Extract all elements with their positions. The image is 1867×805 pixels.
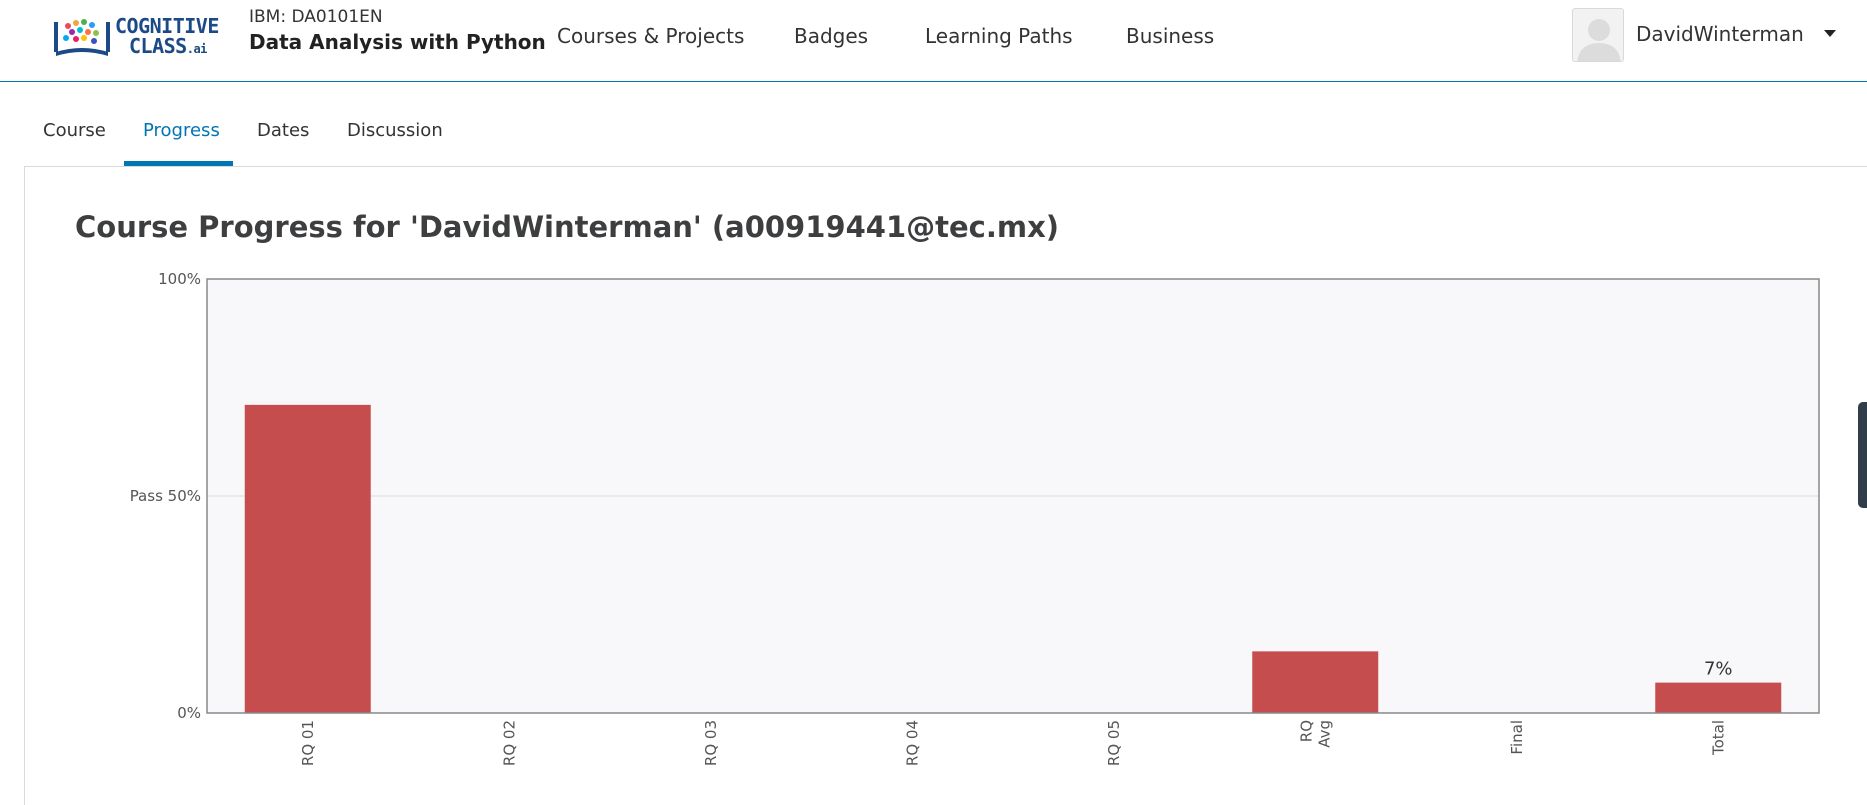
x-tick-label: Total	[1709, 720, 1727, 756]
x-tick-label-line: RQ 01	[299, 720, 317, 766]
x-tick-label-line: RQ 02	[500, 720, 518, 766]
x-tick-label: RQ 02	[500, 720, 518, 766]
x-tick-label: RQ 04	[903, 720, 921, 766]
bar-rq-avg	[1252, 651, 1379, 713]
bar-rq-01	[244, 404, 371, 713]
x-tick-label-line: RQ	[1297, 720, 1315, 742]
x-tick-label: RQ 05	[1105, 720, 1123, 766]
x-tick-label-line: RQ 04	[903, 720, 921, 766]
x-tick-label: RQ 01	[299, 720, 317, 766]
x-tick-label-line: RQ 05	[1105, 720, 1123, 766]
x-tick-label-line: Avg	[1315, 720, 1333, 748]
progress-chart: 0% Pass 50% 100% RQ 01 RQ 02 RQ 03 RQ 04 RQ 05 R…	[130, 270, 1820, 766]
feedback-tab-handle[interactable]	[1858, 402, 1867, 508]
bar-total	[1655, 682, 1782, 713]
x-tick-label-line: Final	[1508, 720, 1526, 755]
y-tick-label: Pass 50%	[130, 487, 201, 505]
y-tick-label: 100%	[158, 270, 201, 288]
x-tick-label-line: RQ 03	[702, 720, 720, 766]
x-tick-label: RQ 03	[702, 720, 720, 766]
data-label: 7%	[1704, 659, 1733, 680]
x-tick-label: RQ Avg	[1297, 720, 1333, 748]
y-tick-label: 0%	[177, 704, 201, 722]
x-tick-label-line: Total	[1709, 720, 1727, 756]
x-tick-label: Final	[1508, 720, 1526, 755]
